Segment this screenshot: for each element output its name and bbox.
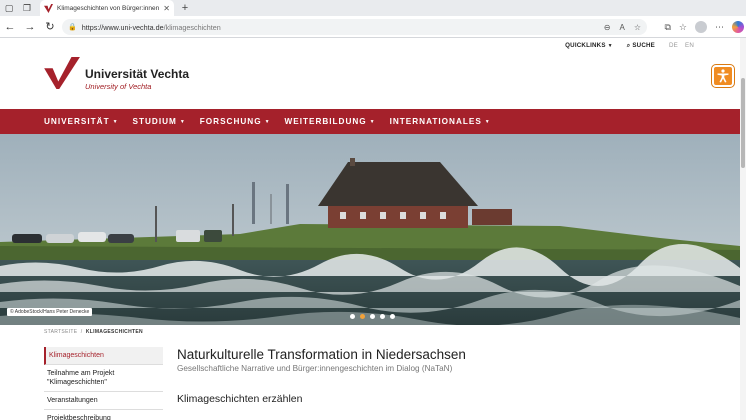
main-content: Naturkulturelle Transformation in Nieder… [177, 347, 717, 405]
reload-icon[interactable]: ↻ [40, 17, 60, 37]
sidebar-item-projektbeschreibung[interactable]: Projektbeschreibung [44, 410, 163, 420]
slider-dot[interactable] [380, 314, 385, 319]
sidebar-item-teilnahme[interactable]: Teilnahme am Projekt "Klimageschichten" [44, 365, 163, 392]
sidebar-item-veranstaltungen[interactable]: Veranstaltungen [44, 392, 163, 410]
slider-dot[interactable] [370, 314, 375, 319]
lang-en-link[interactable]: EN [685, 42, 694, 50]
favorite-star-icon[interactable]: ☆ [634, 23, 641, 32]
read-aloud-icon[interactable]: A [619, 23, 624, 32]
breadcrumb-separator: / [80, 329, 83, 335]
nav-internationales[interactable]: INTERNATIONALES ▼ [390, 117, 491, 126]
accessibility-person-icon [717, 69, 729, 83]
quicklinks-menu[interactable]: QUICKLINKS ▼ [565, 42, 613, 50]
lock-icon: 🔒 [68, 24, 77, 31]
chevron-down-icon: ▼ [179, 118, 186, 125]
uni-vechta-favicon-icon [44, 3, 53, 13]
chevron-down-icon: ▼ [484, 118, 491, 125]
main-navigation: UNIVERSITÄT ▼ STUDIUM ▼ FORSCHUNG ▼ WEITERB… [0, 109, 740, 134]
breadcrumb-current: KLIMAGESCHICHTEN [85, 329, 143, 335]
tab-actions-icon[interactable]: ❐ [18, 0, 36, 16]
utility-nav: QUICKLINKS ▼ ⌕ SUCHE DE EN [565, 42, 694, 50]
forward-icon[interactable]: → [20, 17, 40, 37]
nav-forschung[interactable]: FORSCHUNG ▼ [200, 117, 271, 126]
url-host: https://www.uni-vechta.de [81, 22, 164, 32]
tab-title: Klimageschichten von Bürger:innen [57, 4, 160, 12]
university-name: Universität Vechta [85, 67, 190, 81]
breadcrumb: STARTSEITE / KLIMAGESCHICHTEN [44, 329, 143, 335]
close-tab-icon[interactable]: ✕ [163, 4, 170, 13]
url-field[interactable]: 🔒 https://www.uni-vechta.de/klimageschic… [62, 19, 647, 35]
hero-slider: © AdobeStock/Hans Peter Denecke [0, 134, 740, 325]
url-path: /klimageschichten [163, 22, 221, 32]
hero-image [0, 134, 740, 325]
web-page: QUICKLINKS ▼ ⌕ SUCHE DE EN Universität V… [0, 38, 740, 420]
nav-universitaet[interactable]: UNIVERSITÄT ▼ [44, 117, 119, 126]
nav-studium[interactable]: STUDIUM ▼ [133, 117, 186, 126]
university-subtitle: University of Vechta [85, 82, 152, 91]
copilot-icon[interactable] [732, 21, 744, 33]
profile-avatar[interactable] [695, 21, 707, 33]
chevron-down-icon: ▼ [112, 118, 119, 125]
favorites-icon[interactable]: ☆ [679, 22, 687, 33]
lang-de-link[interactable]: DE [669, 42, 678, 50]
slider-dot-active[interactable] [360, 314, 365, 319]
chevron-down-icon: ▼ [607, 43, 613, 49]
extensions-icon[interactable]: ⧉ [664, 22, 670, 33]
back-icon[interactable]: ← [0, 17, 20, 37]
search-link[interactable]: ⌕ SUCHE [627, 42, 655, 50]
search-icon: ⌕ [626, 42, 631, 49]
browser-tab[interactable]: Klimageschichten von Bürger:innen ✕ [40, 0, 174, 16]
section-heading: Klimageschichten erzählen [177, 393, 303, 405]
slider-dot[interactable] [350, 314, 355, 319]
nav-weiterbildung[interactable]: WEITERBILDUNG ▼ [285, 117, 376, 126]
address-toolbar: ← → ↻ 🔒 https://www.uni-vechta.de/klimag… [0, 16, 746, 38]
chevron-down-icon: ▼ [264, 118, 271, 125]
scrollbar-thumb[interactable] [741, 78, 745, 168]
breadcrumb-home[interactable]: STARTSEITE [44, 329, 77, 335]
sidebar-item-klimageschichten[interactable]: Klimageschichten [44, 347, 163, 365]
accessibility-button[interactable] [712, 65, 734, 87]
more-menu-icon[interactable]: ⋯ [715, 22, 724, 33]
page-scrollbar[interactable] [740, 38, 746, 420]
page-title: Naturkulturelle Transformation in Nieder… [177, 347, 466, 362]
slider-dot[interactable] [390, 314, 395, 319]
page-subtitle: Gesellschaftliche Narrative und Bürger:i… [177, 364, 453, 373]
new-tab-icon[interactable]: + [178, 0, 192, 16]
browser-tab-bar: ▢ ❐ Klimageschichten von Bürger:innen ✕ … [0, 0, 746, 16]
zoom-icon[interactable]: ⊖ [604, 23, 611, 32]
slider-dots [350, 314, 395, 319]
image-credit: © AdobeStock/Hans Peter Denecke [7, 308, 93, 316]
workspaces-icon[interactable]: ▢ [0, 0, 18, 16]
chevron-down-icon: ▼ [369, 118, 376, 125]
university-logo[interactable]: Universität Vechta University of Vechta [44, 57, 189, 91]
vechta-v-logo-icon [44, 57, 80, 89]
language-switcher: DE EN [669, 42, 694, 50]
section-sidebar: Klimageschichten Teilnahme am Projekt "K… [44, 347, 163, 420]
